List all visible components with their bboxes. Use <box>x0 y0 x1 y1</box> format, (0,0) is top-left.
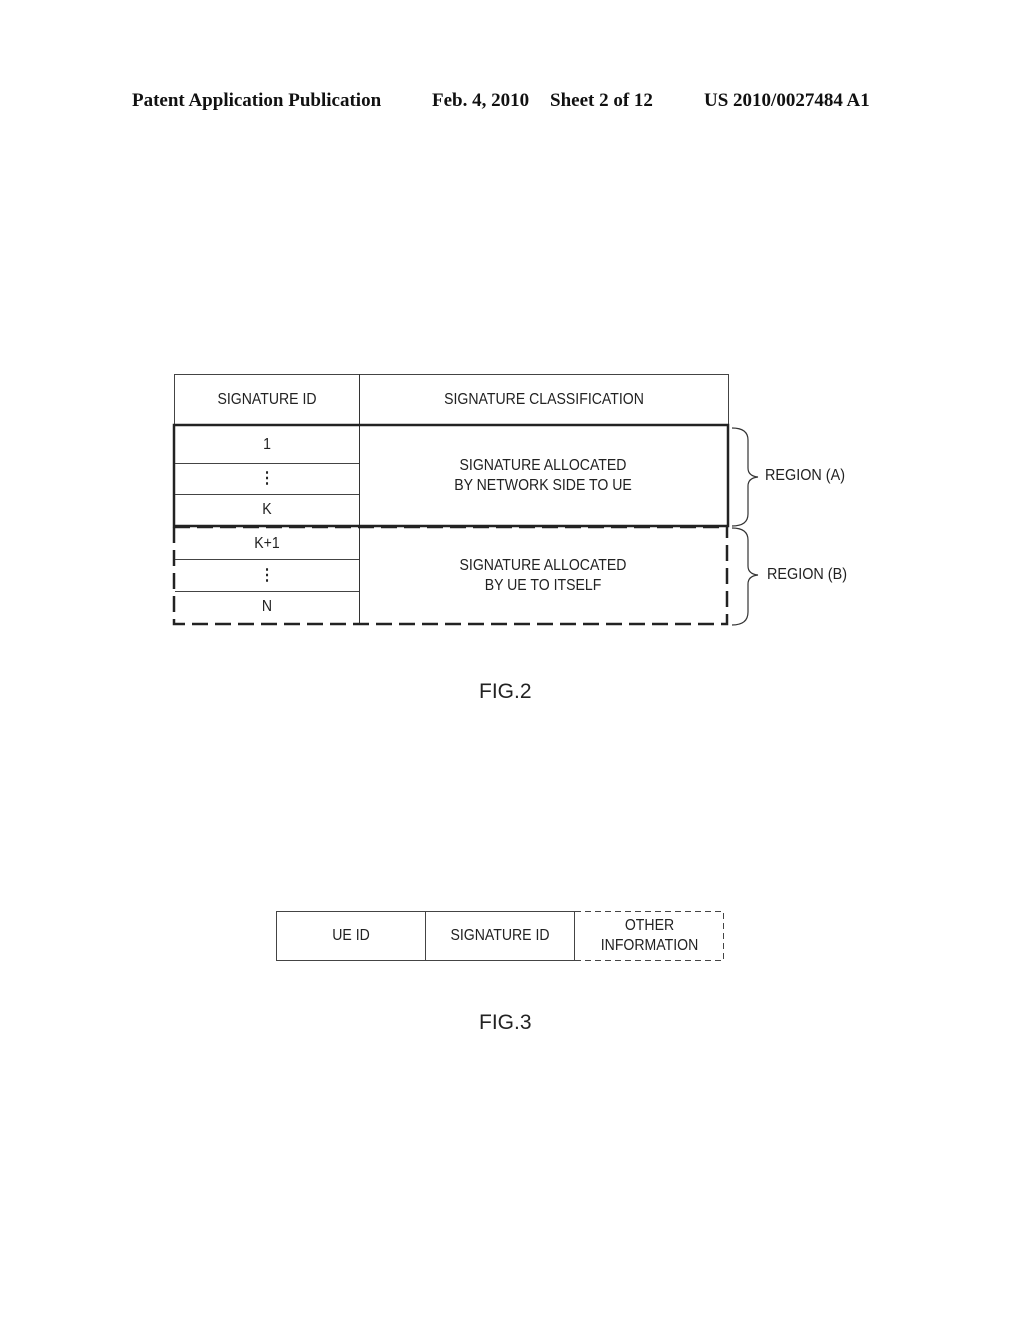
fig3-field-signature-id: SIGNATURE ID <box>450 927 550 944</box>
region-b-classification-line2: BY UE TO ITSELF <box>484 576 602 594</box>
region-a-classification-line2: BY NETWORK SIDE TO UE <box>454 477 632 494</box>
fig2-caption: FIG.2 <box>479 680 532 703</box>
fig3-other-line2: INFORMATION <box>600 937 699 954</box>
signature-id-ellipsis: ⋮ <box>259 470 275 487</box>
column-header-signature-id: SIGNATURE ID <box>217 390 317 408</box>
fig3-caption: FIG.3 <box>479 1011 532 1034</box>
region-a-brace <box>731 427 759 527</box>
region-a-classification: SIGNATURE ALLOCATED BY NETWORK SIDE TO U… <box>382 427 704 525</box>
column-header-signature-classification: SIGNATURE CLASSIFICATION <box>444 390 644 408</box>
fig3-field-other-information: OTHER INFORMATION <box>585 912 714 960</box>
fig2-table-frame <box>172 374 759 961</box>
signature-id-cell: 1 <box>263 436 271 453</box>
region-b-label: REGION (B) <box>767 566 848 583</box>
fig3-field-ue-id: UE ID <box>332 927 370 944</box>
signature-id-cell: N <box>261 598 273 615</box>
fig3-other-line1: OTHER <box>624 917 675 934</box>
signature-id-cell: K+1 <box>254 535 280 552</box>
signature-id-ellipsis: ⋮ <box>259 566 275 584</box>
region-b-classification-line1: SIGNATURE ALLOCATED <box>459 556 627 574</box>
signature-id-cell: K <box>262 501 272 518</box>
region-b-classification: SIGNATURE ALLOCATED BY UE TO ITSELF <box>382 529 704 622</box>
region-a-classification-line1: SIGNATURE ALLOCATED <box>459 457 627 474</box>
region-b-brace <box>731 527 759 626</box>
region-a-label: REGION (A) <box>765 467 846 484</box>
